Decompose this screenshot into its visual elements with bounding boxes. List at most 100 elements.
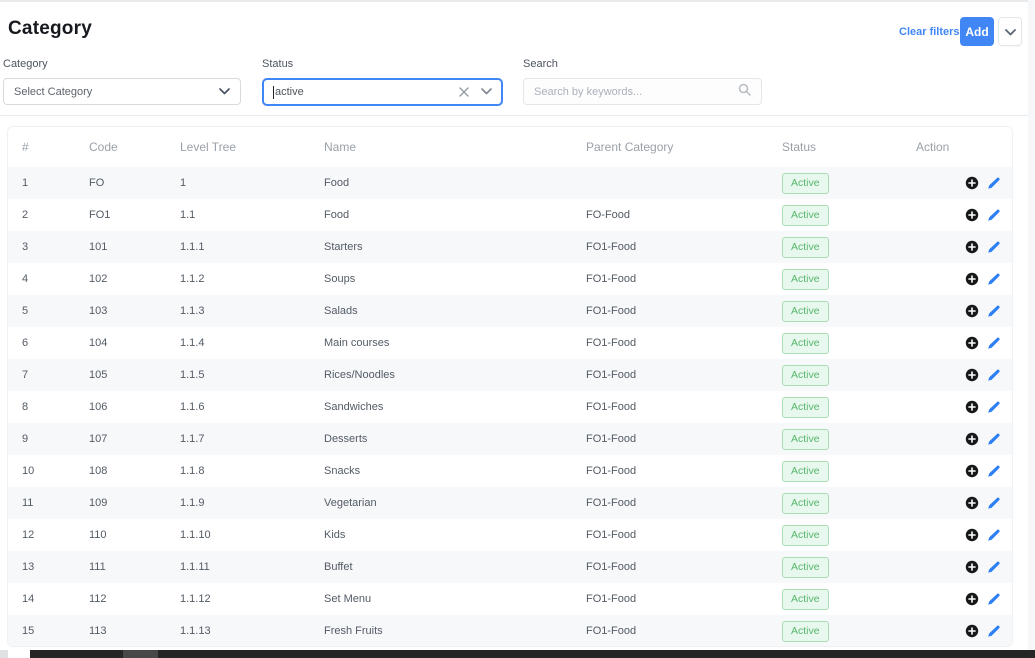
cell-num: 7 — [22, 369, 89, 381]
pencil-edit-icon[interactable] — [987, 369, 1000, 382]
cell-num: 11 — [22, 497, 89, 509]
horizontal-scrollbar-thumb[interactable] — [123, 650, 158, 658]
pencil-edit-icon[interactable] — [987, 433, 1000, 446]
plus-circle-icon[interactable] — [965, 464, 979, 478]
category-table-card: # Code Level Tree Name Parent Category S… — [7, 126, 1013, 647]
cell-action — [909, 368, 1012, 382]
table-row: 3 101 1.1.1 Starters FO1-Food Active — [8, 231, 1012, 263]
pencil-edit-icon[interactable] — [987, 337, 1000, 350]
pencil-edit-icon[interactable] — [987, 593, 1000, 606]
pencil-edit-icon[interactable] — [987, 209, 1000, 222]
cell-status: Active — [782, 333, 909, 354]
cell-level-tree: 1.1.7 — [180, 433, 324, 445]
cell-parent-category: FO1-Food — [586, 337, 782, 349]
cell-num: 1 — [22, 177, 89, 189]
table-row: 7 105 1.1.5 Rices/Noodles FO1-Food Activ… — [8, 359, 1012, 391]
cell-action — [909, 432, 1012, 446]
cell-name: Sandwiches — [324, 401, 586, 413]
table-row: 2 FO1 1.1 Food FO-Food Active — [8, 199, 1012, 231]
status-filter: Status active — [262, 58, 503, 106]
cell-name: Fresh Fruits — [324, 625, 586, 637]
cell-name: Kids — [324, 529, 586, 541]
pencil-edit-icon[interactable] — [987, 465, 1000, 478]
x-clear-icon[interactable] — [459, 87, 469, 97]
cell-status: Active — [782, 461, 909, 482]
cell-code: 109 — [89, 497, 180, 509]
cell-status: Active — [782, 237, 909, 258]
cell-parent-category: FO1-Food — [586, 241, 782, 253]
plus-circle-icon[interactable] — [965, 400, 979, 414]
page-title: Category — [8, 18, 92, 40]
cell-parent-category: FO1-Food — [586, 273, 782, 285]
cell-status: Active — [782, 365, 909, 386]
cell-action — [909, 560, 1012, 574]
plus-circle-icon[interactable] — [965, 176, 979, 190]
cell-status: Active — [782, 589, 909, 610]
cell-status: Active — [782, 621, 909, 642]
search-input[interactable] — [534, 86, 738, 98]
plus-circle-icon[interactable] — [965, 304, 979, 318]
plus-circle-icon[interactable] — [965, 560, 979, 574]
cell-status: Active — [782, 429, 909, 450]
table-row: 8 106 1.1.6 Sandwiches FO1-Food Active — [8, 391, 1012, 423]
table-row: 4 102 1.1.2 Soups FO1-Food Active — [8, 263, 1012, 295]
cell-level-tree: 1.1.3 — [180, 305, 324, 317]
cell-parent-category: FO1-Food — [586, 369, 782, 381]
plus-circle-icon[interactable] — [965, 432, 979, 446]
cell-num: 2 — [22, 209, 89, 221]
cell-parent-category: FO1-Food — [586, 401, 782, 413]
plus-circle-icon[interactable] — [965, 592, 979, 606]
plus-circle-icon[interactable] — [965, 496, 979, 510]
category-select[interactable]: Select Category — [3, 78, 241, 105]
cell-status: Active — [782, 269, 909, 290]
cell-status: Active — [782, 557, 909, 578]
cell-num: 5 — [22, 305, 89, 317]
cell-code: 105 — [89, 369, 180, 381]
table-row: 9 107 1.1.7 Desserts FO1-Food Active — [8, 423, 1012, 455]
plus-circle-icon[interactable] — [965, 240, 979, 254]
pencil-edit-icon[interactable] — [987, 177, 1000, 190]
add-button[interactable]: Add — [960, 17, 994, 46]
status-badge: Active — [782, 621, 829, 642]
plus-circle-icon[interactable] — [965, 272, 979, 286]
column-header-parent-category: Parent Category — [586, 140, 782, 154]
pencil-edit-icon[interactable] — [987, 305, 1000, 318]
plus-circle-icon[interactable] — [965, 624, 979, 638]
cell-code: FO — [89, 177, 180, 189]
plus-circle-icon[interactable] — [965, 336, 979, 350]
cell-level-tree: 1.1.11 — [180, 561, 324, 573]
pencil-edit-icon[interactable] — [987, 529, 1000, 542]
cell-num: 10 — [22, 465, 89, 477]
plus-circle-icon[interactable] — [965, 368, 979, 382]
pencil-edit-icon[interactable] — [987, 401, 1000, 414]
plus-circle-icon[interactable] — [965, 528, 979, 542]
cell-status: Active — [782, 397, 909, 418]
pencil-edit-icon[interactable] — [987, 241, 1000, 254]
cell-level-tree: 1.1.13 — [180, 625, 324, 637]
pencil-edit-icon[interactable] — [987, 273, 1000, 286]
cell-code: 104 — [89, 337, 180, 349]
cell-code: 108 — [89, 465, 180, 477]
cell-code: 112 — [89, 593, 180, 605]
status-combobox[interactable]: active — [262, 78, 503, 106]
cell-level-tree: 1.1.8 — [180, 465, 324, 477]
cell-level-tree: 1.1.2 — [180, 273, 324, 285]
chevron-down-icon — [219, 86, 230, 98]
column-header-name: Name — [324, 140, 586, 154]
pencil-edit-icon[interactable] — [987, 497, 1000, 510]
status-badge: Active — [782, 397, 829, 418]
add-dropdown-button[interactable] — [998, 17, 1022, 46]
cell-parent-category: FO1-Food — [586, 593, 782, 605]
cell-code: 110 — [89, 529, 180, 541]
clear-filters-link[interactable]: Clear filters — [899, 26, 960, 38]
cell-action — [909, 592, 1012, 606]
pencil-edit-icon[interactable] — [987, 561, 1000, 574]
horizontal-scrollbar[interactable] — [30, 650, 1035, 658]
status-badge: Active — [782, 429, 829, 450]
table-row: 10 108 1.1.8 Snacks FO1-Food Active — [8, 455, 1012, 487]
pencil-edit-icon[interactable] — [987, 625, 1000, 638]
column-header-status: Status — [782, 140, 909, 154]
plus-circle-icon[interactable] — [965, 208, 979, 222]
cell-action — [909, 176, 1012, 190]
vertical-scrollbar[interactable] — [1028, 0, 1035, 650]
